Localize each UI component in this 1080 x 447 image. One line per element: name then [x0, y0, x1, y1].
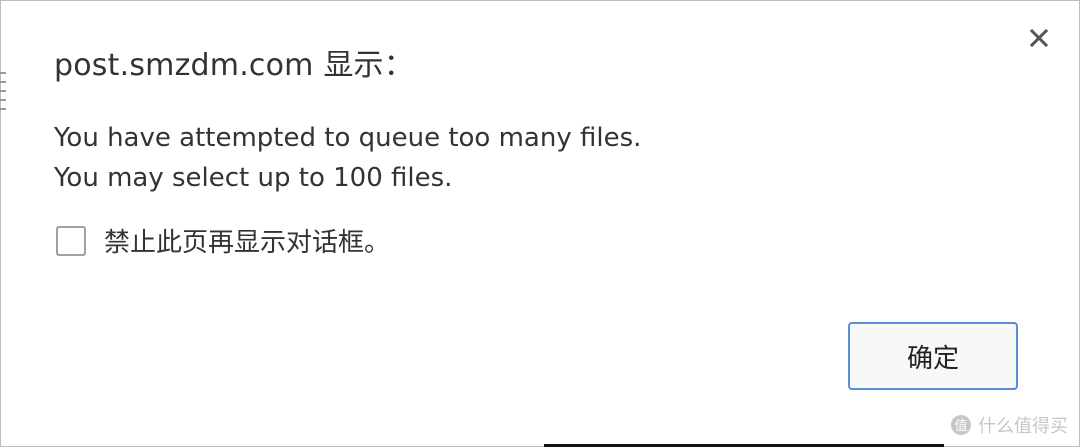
dialog-message: You have attempted to queue too many fil… [54, 118, 641, 198]
suppress-dialogs-option[interactable]: 禁止此页再显示对话框。 [56, 222, 390, 259]
watermark: 值 什么值得买 [950, 412, 1068, 438]
svg-text:值: 值 [954, 418, 967, 434]
background-edge [0, 72, 6, 132]
message-line-1: You have attempted to queue too many fil… [54, 123, 642, 153]
smzdm-logo-icon: 值 [951, 415, 971, 435]
ok-button[interactable]: 确定 [848, 322, 1018, 390]
close-button[interactable] [1024, 23, 1054, 53]
watermark-text: 什么值得买 [978, 416, 1068, 437]
dialog-title: post.smzdm.com 显示： [54, 48, 414, 83]
close-icon [1030, 29, 1048, 47]
suppress-dialogs-label: 禁止此页再显示对话框。 [104, 228, 391, 258]
page: post.smzdm.com 显示： You have attempted to… [0, 0, 1080, 447]
suppress-dialogs-checkbox[interactable] [56, 225, 86, 256]
message-line-2: You may select up to 100 files. [54, 163, 453, 193]
